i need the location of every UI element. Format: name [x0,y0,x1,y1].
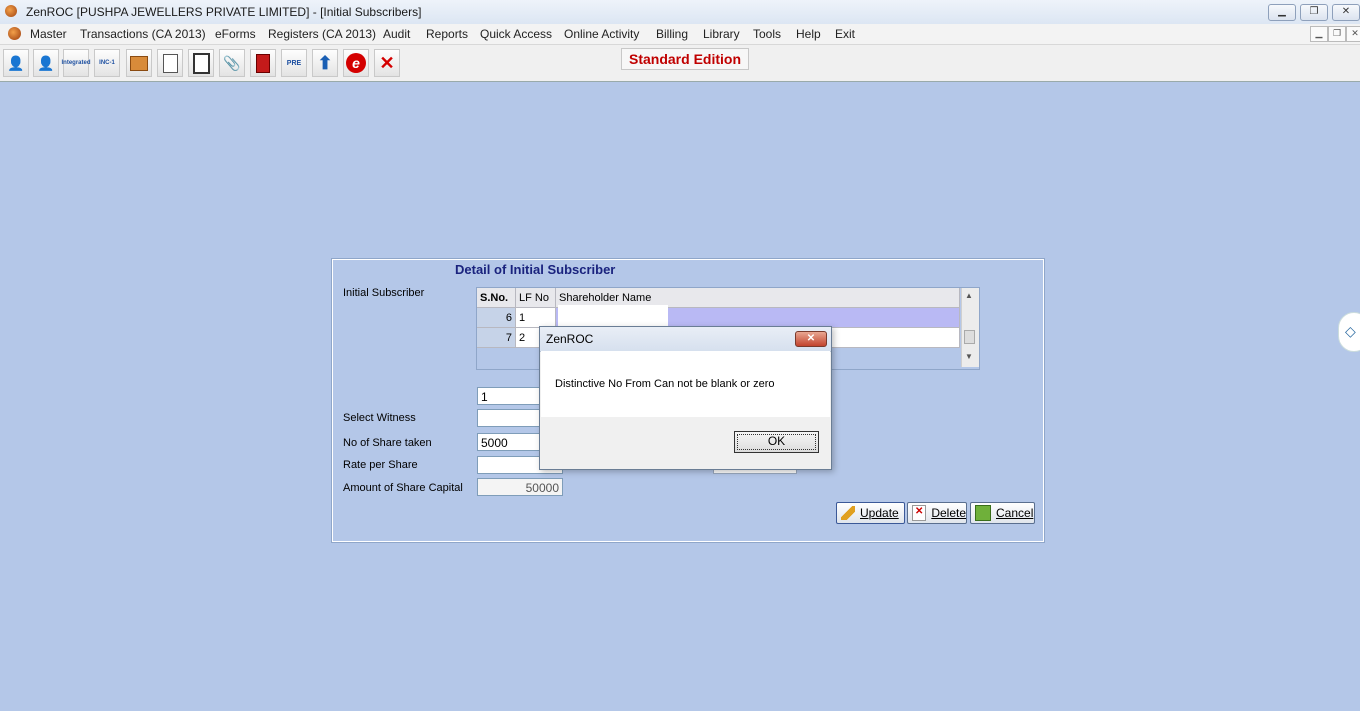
grid-cell-sno[interactable]: 6 [477,308,516,328]
menu-exit[interactable]: Exit [835,27,855,41]
integrated-icon[interactable]: Integrated [61,49,91,77]
toolbar: 👤 👤 Integrated INC-1 📎 PRE ⬆ e ✕ Standar… [0,45,1360,82]
integrated-label: Integrated [61,60,91,66]
inc-label: INC-1 [99,60,115,66]
pencil-icon [841,506,855,520]
menu-eforms[interactable]: eForms [215,27,256,41]
window-title-bar: ZenROC [PUSHPA JEWELLERS PRIVATE LIMITED… [0,0,1360,25]
edition-badge: Standard Edition [621,48,749,70]
menu-bar: Master Transactions (CA 2013) eForms Reg… [0,24,1360,45]
menu-transactions[interactable]: Transactions (CA 2013) [80,27,206,41]
grid-cell-sno[interactable]: 7 [477,328,516,348]
shares-taken-field[interactable]: 5000 [477,433,543,451]
menu-billing[interactable]: Billing [656,27,688,41]
initial-subscriber-label: Initial Subscriber [343,287,425,299]
witness-field[interactable] [477,409,543,427]
grid-cell-lf[interactable]: 1 [516,308,556,328]
select-witness-label: Select Witness [343,412,416,424]
delete-icon: ✕ [912,505,927,521]
clipboard-icon[interactable] [188,49,214,77]
rate-per-share-label: Rate per Share [343,459,418,471]
menu-registers[interactable]: Registers (CA 2013) [268,27,376,41]
menu-master[interactable]: Master [30,27,67,41]
cancel-icon [975,505,991,521]
mdi-close-button[interactable]: ✕ [1346,26,1360,42]
minimize-button[interactable]: ▁ [1268,4,1296,21]
inc-icon[interactable]: INC-1 [94,49,120,77]
menu-reports[interactable]: Reports [426,27,468,41]
menu-quick-access[interactable]: Quick Access [480,27,552,41]
person-key-icon[interactable]: 👤 [33,49,59,77]
dialog-body: Distinctive No From Can not be blank or … [541,351,830,417]
close-window-button[interactable]: ✕ [1332,4,1360,21]
menu-app-icon[interactable] [8,27,21,40]
mdi-restore-button[interactable]: ❐ [1328,26,1346,42]
dialog-close-button[interactable]: ✕ [795,331,827,347]
scroll-thumb[interactable] [964,330,975,344]
dialog-title-bar: ZenROC ✕ [540,327,831,352]
lf-field[interactable]: 1 [477,387,543,405]
paperclip-icon[interactable]: 📎 [219,49,245,77]
app-logo-icon [5,5,17,17]
ok-button[interactable]: OK [734,431,819,453]
update-label: Update [860,506,899,520]
cancel-label: Cancel [996,506,1034,520]
scroll-down-icon[interactable]: ▼ [965,352,973,361]
cancel-button[interactable]: Cancel [970,502,1035,524]
update-button[interactable]: Update [836,502,905,524]
scroll-up-icon[interactable]: ▲ [965,291,973,300]
grid-header-sno[interactable]: S.No. [477,288,516,308]
menu-online-activity[interactable]: Online Activity [564,27,639,41]
error-dialog: ZenROC ✕ Distinctive No From Can not be … [539,326,832,470]
side-widget-tab[interactable]: ◇ [1338,312,1360,352]
book-icon[interactable] [250,49,276,77]
menu-library[interactable]: Library [703,27,740,41]
menu-audit[interactable]: Audit [383,27,410,41]
box-icon[interactable] [126,49,152,77]
close-x-icon[interactable]: ✕ [374,49,400,77]
dialog-title: ZenROC [546,332,594,346]
e-icon[interactable]: e [343,49,369,77]
amount-field: 50000 [477,478,563,496]
restore-button[interactable]: ❐ [1300,4,1328,21]
pre-label: PRE [286,59,302,67]
delete-label: Delete [931,506,966,520]
window-title: ZenROC [PUSHPA JEWELLERS PRIVATE LIMITED… [26,5,422,19]
delete-button[interactable]: ✕ Delete [907,502,967,524]
pre-checklist-icon[interactable]: PRE [281,49,307,77]
grid-header-lf[interactable]: LF No [516,288,556,308]
person-edit-icon[interactable]: 👤 [3,49,29,77]
amount-label: Amount of Share Capital [343,482,463,494]
panel-title: Detail of Initial Subscriber [455,262,616,277]
menu-tools[interactable]: Tools [753,27,781,41]
menu-help[interactable]: Help [796,27,821,41]
blank-page-icon[interactable] [157,49,183,77]
diamond-icon: ◇ [1345,323,1356,339]
dialog-message: Distinctive No From Can not be blank or … [555,378,775,390]
grid-name-editor[interactable] [558,305,668,327]
mdi-minimize-button[interactable]: ▁ [1310,26,1328,42]
shares-taken-label: No of Share taken [343,437,432,449]
upload-arrow-icon[interactable]: ⬆ [312,49,338,77]
grid-scrollbar[interactable]: ▲ ▼ [961,288,979,367]
